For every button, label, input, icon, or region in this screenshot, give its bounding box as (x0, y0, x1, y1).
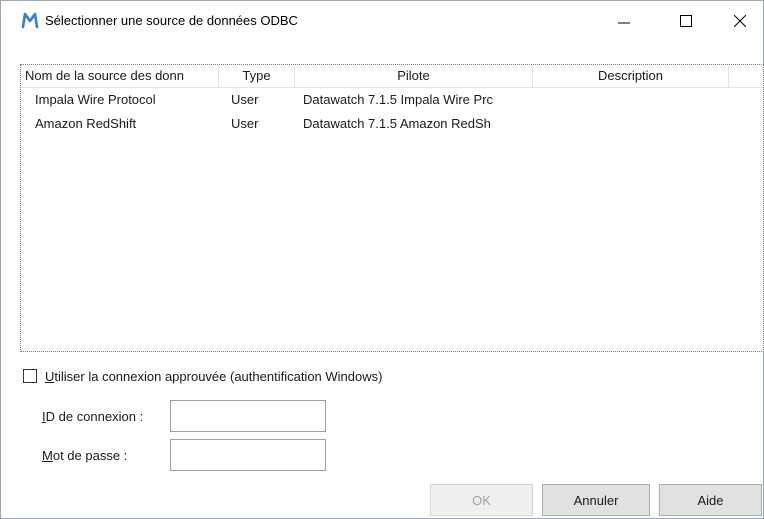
list-item-pilote: Datawatch 7.1.5 Amazon RedSh (303, 116, 491, 131)
column-header-description[interactable]: Description (533, 65, 729, 87)
list-item-type: User (231, 92, 259, 107)
column-header-type[interactable]: Type (219, 65, 295, 87)
login-id-label: ID de connexion : (42, 409, 144, 424)
list-item[interactable]: Impala Wire Protocol User Datawatch 7.1.… (21, 88, 763, 112)
minimize-button[interactable] (601, 1, 647, 41)
m-logo-icon (21, 11, 39, 29)
login-id-field[interactable] (170, 400, 326, 432)
help-button[interactable]: Aide (659, 484, 762, 516)
password-label: Mot de passe : (42, 448, 128, 463)
minimize-icon (618, 22, 630, 24)
checkbox-box[interactable] (23, 369, 37, 383)
cancel-button[interactable]: Annuler (542, 484, 650, 516)
trusted-connection-label: Utiliser la connexion approuvée (authent… (45, 368, 383, 384)
list-item-name: Impala Wire Protocol (35, 92, 156, 107)
list-item-type: User (231, 116, 259, 131)
column-header-name[interactable]: Nom de la source des donn (21, 65, 219, 87)
list-item[interactable]: Amazon RedShift User Datawatch 7.1.5 Ama… (21, 112, 763, 136)
close-icon (734, 15, 746, 27)
password-field[interactable] (170, 439, 326, 471)
close-button[interactable] (717, 1, 763, 41)
maximize-icon (680, 15, 692, 27)
ok-button[interactable]: OK (430, 484, 533, 516)
odbc-dialog: Sélectionner une source de données ODBC … (0, 0, 764, 519)
list-item-pilote: Datawatch 7.1.5 Impala Wire Prc (303, 92, 494, 107)
title-bar[interactable]: Sélectionner une source de données ODBC (1, 1, 763, 41)
maximize-button[interactable] (663, 1, 709, 41)
data-source-list[interactable]: Nom de la source des donn Type Pilote De… (20, 64, 764, 352)
trusted-connection-checkbox[interactable]: Utiliser la connexion approuvée (authent… (23, 367, 382, 385)
list-header: Nom de la source des donn Type Pilote De… (21, 65, 763, 88)
list-item-name: Amazon RedShift (35, 116, 137, 131)
window-title: Sélectionner une source de données ODBC (45, 13, 298, 28)
column-header-pilote[interactable]: Pilote (295, 65, 533, 87)
